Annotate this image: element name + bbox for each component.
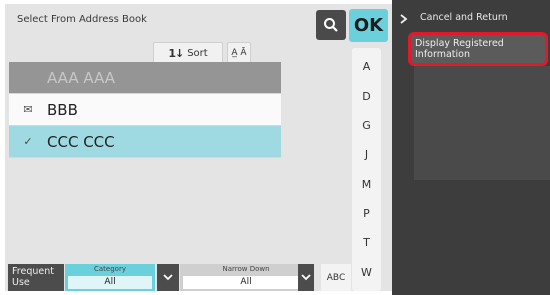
sort-icon: 1↓ xyxy=(168,46,184,60)
index-letter[interactable]: G xyxy=(362,119,371,132)
address-book-panel: Select From Address Book OK 1↓ Sort A̲ A… xyxy=(5,4,392,291)
cancel-and-return-button[interactable]: Cancel and Return xyxy=(420,12,508,23)
display-registered-information-button[interactable]: Display Registered Information xyxy=(408,32,548,66)
contact-name: BBB xyxy=(47,100,78,119)
address-list: AAA AAA ✉ BBB ✓ CCC CCC xyxy=(9,62,281,158)
page-title: Select From Address Book xyxy=(17,14,147,25)
index-letter[interactable]: T xyxy=(363,236,370,249)
alphabet-index: A D G J M P T W xyxy=(352,48,381,291)
chevron-right-icon xyxy=(400,14,408,24)
filter-bar: Frequent Use Category All Narrow Down Al… xyxy=(5,261,352,291)
chevron-down-icon xyxy=(301,274,311,281)
action-panel: Cancel and Return Display Registered Inf… xyxy=(392,0,550,295)
category-filter[interactable]: Category All xyxy=(65,264,155,291)
contact-name: CCC CCC xyxy=(47,132,115,151)
email-icon: ✉ xyxy=(23,103,33,116)
index-letter[interactable]: M xyxy=(362,178,372,191)
search-icon xyxy=(324,18,338,32)
search-button[interactable] xyxy=(316,10,346,40)
narrow-down-filter[interactable]: Narrow Down All xyxy=(180,264,312,291)
sort-label: Sort xyxy=(187,47,208,59)
index-letter[interactable]: P xyxy=(363,207,370,220)
sort-button[interactable]: 1↓ Sort xyxy=(153,42,223,64)
action-list-area xyxy=(414,66,550,180)
list-item[interactable]: ✓ CCC CCC xyxy=(9,126,281,158)
abc-index-toggle[interactable]: ABC xyxy=(321,264,351,291)
category-dropdown-button[interactable] xyxy=(157,264,179,291)
narrow-down-dropdown-button[interactable] xyxy=(298,264,314,291)
ok-button[interactable]: OK xyxy=(349,9,388,42)
frequent-use-button[interactable]: Frequent Use xyxy=(8,264,64,291)
category-caption: Category xyxy=(94,265,126,273)
narrow-down-value: All xyxy=(183,276,309,289)
chevron-down-icon xyxy=(163,274,173,281)
list-item[interactable]: AAA AAA xyxy=(9,62,281,94)
index-letter[interactable]: W xyxy=(361,266,372,279)
index-letter[interactable]: J xyxy=(365,148,368,161)
name-order-toggle[interactable]: A̲ Ā xyxy=(227,42,251,64)
alphabet-order-icon: A̲ Ā xyxy=(231,47,247,58)
contact-name: AAA AAA xyxy=(47,68,116,87)
check-icon: ✓ xyxy=(23,135,33,148)
category-value: All xyxy=(68,276,152,289)
index-letter[interactable]: D xyxy=(362,90,370,103)
index-letter[interactable]: A xyxy=(363,60,371,73)
list-item[interactable]: ✉ BBB xyxy=(9,94,281,126)
narrow-down-caption: Narrow Down xyxy=(222,265,270,273)
